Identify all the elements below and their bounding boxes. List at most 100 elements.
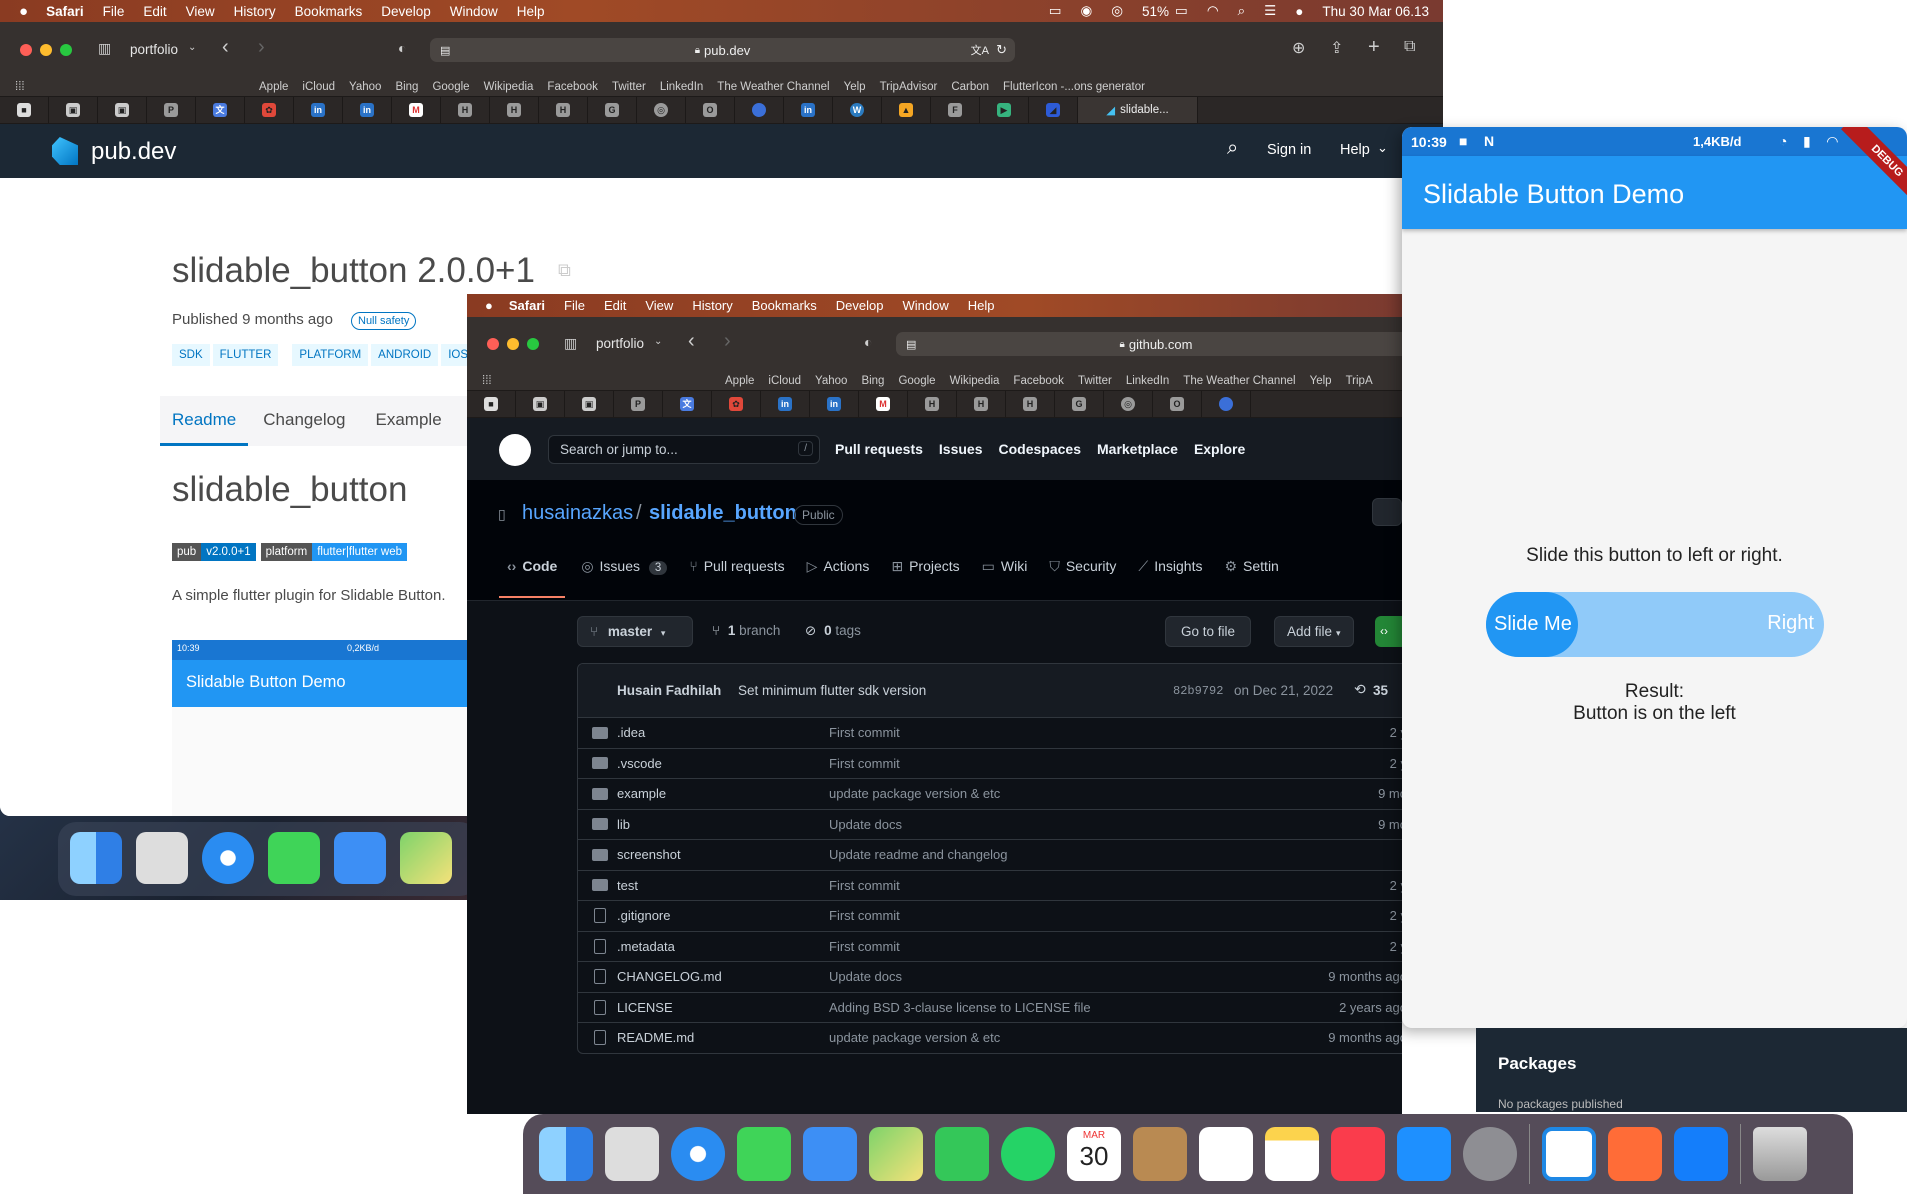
- file-name[interactable]: CHANGELOG.md: [617, 969, 722, 984]
- pinned-tab[interactable]: ▶: [980, 97, 1029, 123]
- pinned-tab[interactable]: ■: [467, 391, 516, 417]
- pinned-tab[interactable]: P: [614, 391, 663, 417]
- repo-name-link[interactable]: slidable_button: [649, 502, 797, 525]
- fav-weather[interactable]: The Weather Channel: [1183, 372, 1295, 390]
- repo-owner-link[interactable]: husainazkas: [522, 502, 633, 525]
- menu-file[interactable]: File: [564, 298, 585, 313]
- menu-bookmarks[interactable]: Bookmarks: [752, 298, 817, 313]
- safari-icon[interactable]: [671, 1127, 725, 1181]
- table-row[interactable]: .idea First commit 2 y: [578, 717, 1402, 748]
- pinned-tab[interactable]: 文: [196, 97, 245, 123]
- copy-icon[interactable]: ⧉: [558, 260, 571, 281]
- tags-link[interactable]: ⊘ 0 tags: [805, 623, 861, 639]
- branches-link[interactable]: ⑂ 1 branch: [712, 623, 780, 638]
- table-row[interactable]: lib Update docs 9 mo: [578, 808, 1402, 840]
- table-row[interactable]: CHANGELOG.md Update docs 9 months ago: [578, 961, 1402, 992]
- commit-count[interactable]: 35: [1373, 683, 1388, 698]
- mail-icon[interactable]: [334, 832, 386, 884]
- menu-view[interactable]: View: [186, 4, 215, 19]
- sidebar-icon[interactable]: ▥: [564, 335, 577, 352]
- privacy-shield-icon[interactable]: ◐: [864, 334, 872, 350]
- file-commit-message[interactable]: Update docs: [829, 969, 902, 984]
- pinned-tab[interactable]: O: [686, 97, 735, 123]
- keyboard-icon[interactable]: ▭: [1049, 3, 1062, 19]
- notes-icon[interactable]: [1265, 1127, 1319, 1181]
- pinned-tab[interactable]: ◎: [1104, 391, 1153, 417]
- zoom-window-button[interactable]: [60, 44, 72, 56]
- music-icon[interactable]: [1331, 1127, 1385, 1181]
- minimize-window-button[interactable]: [507, 338, 519, 350]
- fav-facebook[interactable]: Facebook: [1013, 372, 1064, 390]
- address-bar[interactable]: ▤ 🔒︎ github.com: [896, 332, 1402, 356]
- forward-button[interactable]: ›: [258, 36, 265, 59]
- pinned-tab[interactable]: [1202, 391, 1251, 417]
- maps-icon[interactable]: [869, 1127, 923, 1181]
- null-safety-badge[interactable]: Null safety: [351, 312, 417, 330]
- control-center-icon[interactable]: ☰: [1264, 3, 1276, 19]
- sidebar-icon[interactable]: ▥: [98, 40, 111, 57]
- add-file-button[interactable]: Add file ▾: [1274, 616, 1354, 647]
- back-button[interactable]: ‹: [688, 330, 695, 353]
- tab-security[interactable]: ⛉ Security: [1041, 542, 1124, 598]
- privacy-shield-icon[interactable]: ◐: [398, 40, 406, 56]
- nav-pull-requests[interactable]: Pull requests: [835, 441, 923, 457]
- reminders-icon[interactable]: [1199, 1127, 1253, 1181]
- menu-develop[interactable]: Develop: [381, 4, 431, 19]
- file-commit-message[interactable]: First commit: [829, 756, 900, 771]
- file-commit-message[interactable]: update package version & etc: [829, 1030, 1000, 1045]
- file-name[interactable]: README.md: [617, 1030, 694, 1045]
- file-name[interactable]: .gitignore: [617, 908, 670, 923]
- tab-readme[interactable]: Readme: [160, 396, 249, 446]
- pinned-tab[interactable]: ◎: [637, 97, 686, 123]
- pinned-tab[interactable]: G: [1055, 391, 1104, 417]
- fav-yahoo[interactable]: Yahoo: [349, 78, 381, 96]
- search-icon[interactable]: ⌕: [1227, 137, 1238, 160]
- pinned-tab[interactable]: ◢: [1029, 97, 1078, 123]
- favorites-grid-icon[interactable]: ⁞⁞⁞: [482, 372, 492, 390]
- fav-google[interactable]: Google: [432, 78, 469, 96]
- tab-projects[interactable]: ⊞ Projects: [883, 542, 967, 598]
- table-row[interactable]: test First commit 2 y: [578, 869, 1402, 901]
- table-row[interactable]: README.md update package version & etc 9 m…: [578, 1022, 1402, 1053]
- nav-issues[interactable]: Issues: [939, 441, 983, 457]
- fav-linkedin[interactable]: LinkedIn: [1126, 372, 1169, 390]
- fav-carbon[interactable]: Carbon: [951, 78, 989, 96]
- fav-bing[interactable]: Bing: [395, 78, 418, 96]
- fav-icloud[interactable]: iCloud: [768, 372, 801, 390]
- safari-icon[interactable]: [202, 832, 254, 884]
- pinned-tab[interactable]: [735, 97, 784, 123]
- table-row[interactable]: screenshot Update readme and changelog: [578, 839, 1402, 870]
- messages-icon[interactable]: [737, 1127, 791, 1181]
- facetime-icon[interactable]: [935, 1127, 989, 1181]
- menu-history[interactable]: History: [692, 298, 732, 313]
- tag-sdk[interactable]: SDK: [172, 344, 210, 366]
- reload-icon[interactable]: ↻: [996, 42, 1007, 58]
- table-row[interactable]: .gitignore First commit 2 y: [578, 900, 1402, 931]
- pinned-tab[interactable]: ■: [0, 97, 49, 123]
- close-window-button[interactable]: [20, 44, 32, 56]
- tab-issues[interactable]: ◎ Issues 3: [573, 542, 675, 598]
- wifi-icon[interactable]: ◠: [1207, 3, 1219, 19]
- nav-explore[interactable]: Explore: [1194, 441, 1245, 457]
- new-tab-icon[interactable]: +: [1368, 36, 1380, 59]
- file-name[interactable]: .metadata: [617, 939, 675, 954]
- table-row[interactable]: LICENSE Adding BSD 3-clause license to LI…: [578, 991, 1402, 1023]
- tab-group-selector[interactable]: portfolio: [130, 42, 178, 57]
- pinned-tab[interactable]: ▣: [516, 391, 565, 417]
- commit-message[interactable]: Set minimum flutter sdk version: [738, 683, 926, 698]
- apple-icon[interactable]: ●: [19, 3, 28, 20]
- fav-wikipedia[interactable]: Wikipedia: [950, 372, 1000, 390]
- pinned-tab[interactable]: in: [343, 97, 392, 123]
- active-tab[interactable]: ◢ slidable...: [1078, 97, 1198, 123]
- fav-weather[interactable]: The Weather Channel: [717, 78, 829, 96]
- menu-window[interactable]: Window: [450, 4, 498, 19]
- commit-hash[interactable]: 82b9792: [1173, 684, 1223, 698]
- file-commit-message[interactable]: Update readme and changelog: [829, 847, 1008, 862]
- pinned-tab[interactable]: in: [810, 391, 859, 417]
- file-commit-message[interactable]: First commit: [829, 878, 900, 893]
- file-name[interactable]: lib: [617, 817, 630, 832]
- menu-edit[interactable]: Edit: [143, 4, 166, 19]
- calendar-icon[interactable]: MAR 30: [1067, 1127, 1121, 1181]
- menu-window[interactable]: Window: [903, 298, 949, 313]
- file-name[interactable]: .vscode: [617, 756, 662, 771]
